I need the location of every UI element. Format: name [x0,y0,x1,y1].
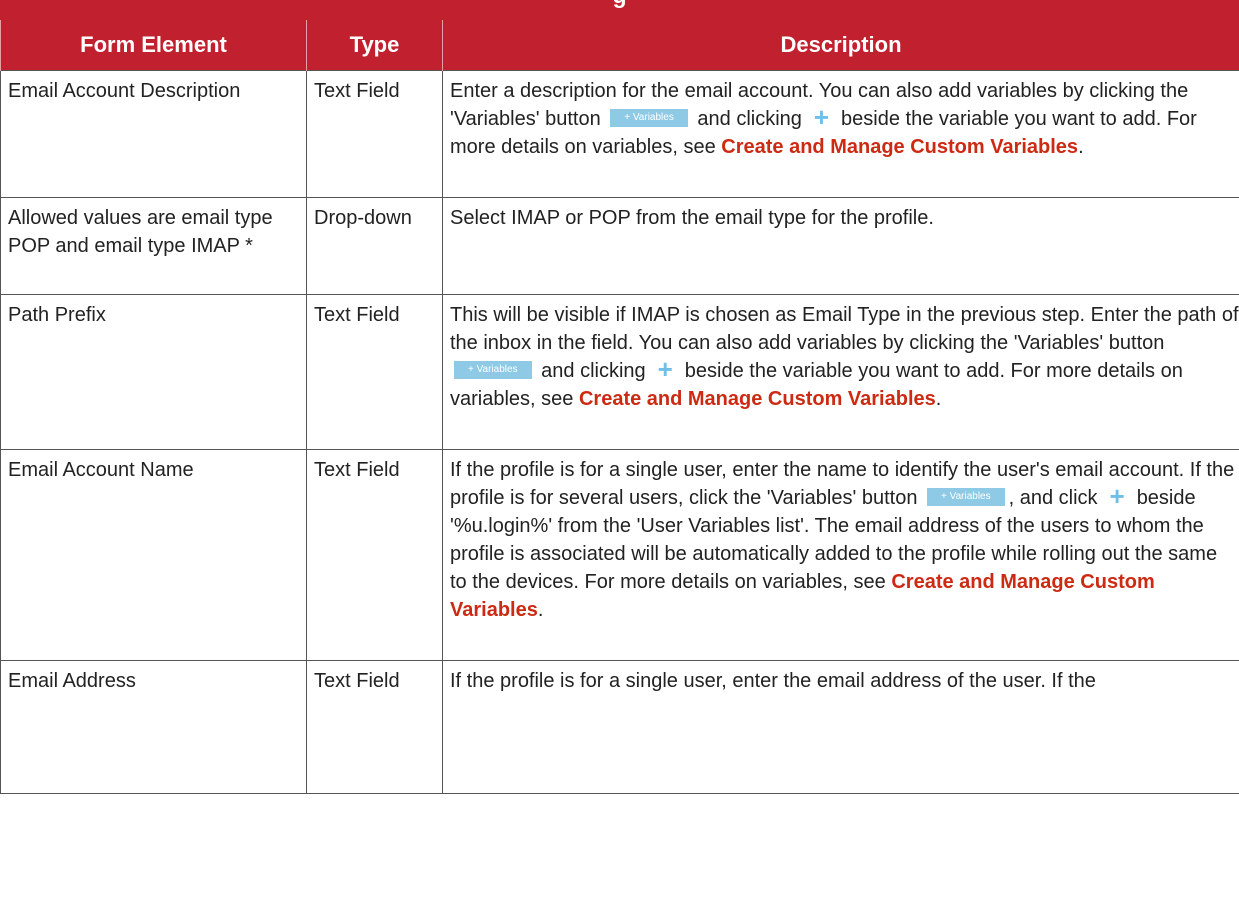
create-manage-variables-link[interactable]: Create and Manage Custom Variables [579,388,936,410]
form-element-cell: Email Account Description [0,70,307,198]
type-cell: Text Field [306,660,443,794]
plus-icon[interactable]: + [1103,483,1131,509]
create-manage-variables-link[interactable]: Create and Manage Custom Variables [721,136,1078,158]
type-cell: Text Field [306,70,443,198]
header-type: Type [306,20,443,71]
table-row: Email Account Name Text Field If the pro… [0,449,1239,661]
type-cell: Text Field [306,449,443,661]
form-element-cell: Allowed values are email type POP and em… [0,197,307,295]
variables-button[interactable]: + Variables [610,108,688,127]
description-cell: If the profile is for a single user, ent… [442,660,1239,794]
header-form-element: Form Element [0,20,307,71]
type-cell: Text Field [306,294,443,450]
table-header-row: Form Element Type Description [0,20,1239,71]
description-cell: Enter a description for the email accoun… [442,70,1239,198]
table-row: Email Account Description Text Field Ent… [0,70,1239,198]
variables-button[interactable]: + Variables [927,487,1005,506]
table-row: Email Address Text Field If the profile … [0,660,1239,794]
form-element-cell: Path Prefix [0,294,307,450]
table-caption: g [0,0,1239,9]
type-cell: Drop-down [306,197,443,295]
form-element-cell: Email Account Name [0,449,307,661]
variables-button[interactable]: + Variables [454,360,532,379]
form-element-cell: Email Address [0,660,307,794]
header-description: Description [442,20,1239,71]
form-elements-table: Form Element Type Description Email Acco… [0,20,1239,794]
table-caption-strip: g [0,0,1239,20]
description-cell: Select IMAP or POP from the email type f… [442,197,1239,295]
plus-icon[interactable]: + [651,356,679,382]
description-cell: If the profile is for a single user, ent… [442,449,1239,661]
description-cell: This will be visible if IMAP is chosen a… [442,294,1239,450]
table-row: Allowed values are email type POP and em… [0,197,1239,295]
table-row: Path Prefix Text Field This will be visi… [0,294,1239,450]
plus-icon[interactable]: + [807,104,835,130]
